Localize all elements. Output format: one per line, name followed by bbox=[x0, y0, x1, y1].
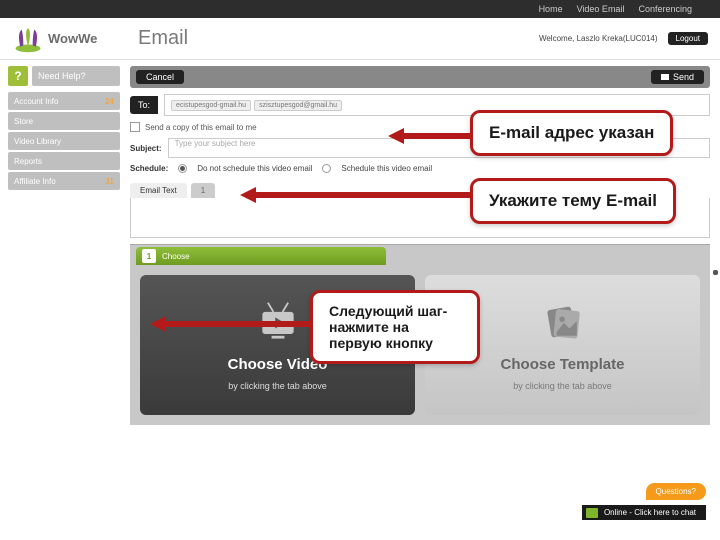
to-label: To: bbox=[130, 96, 158, 114]
sidebar-item-label: Reports bbox=[14, 157, 42, 166]
sidebar-item-label: Account Info bbox=[14, 97, 58, 106]
card-title: Choose Template bbox=[501, 356, 625, 373]
card-subtitle: by clicking the tab above bbox=[513, 381, 612, 391]
tab-email-text[interactable]: Email Text bbox=[130, 183, 187, 198]
top-nav: Home Video Email Conferencing bbox=[0, 0, 720, 18]
logo[interactable]: WowWe bbox=[12, 25, 132, 53]
sidebar-badge: 24 bbox=[105, 97, 114, 106]
sidebar-item-label: Video Library bbox=[14, 137, 61, 146]
need-help-button[interactable]: Need Help? bbox=[32, 66, 120, 86]
sidebar-item-reports[interactable]: Reports bbox=[8, 152, 120, 170]
step-header[interactable]: 1 Choose bbox=[136, 247, 386, 265]
callout-next-step: Следующий шаг- нажмите на первую кнопку bbox=[310, 290, 480, 364]
sidebar-item-store[interactable]: Store bbox=[8, 112, 120, 130]
header: WowWe Email Welcome, Laszlo Kreka(LUC014… bbox=[0, 18, 720, 60]
template-icon bbox=[540, 299, 586, 348]
action-bar: Cancel Send bbox=[130, 66, 710, 88]
sidebar-item-label: Affiliate Info bbox=[14, 177, 56, 186]
brand-text: WowWe bbox=[48, 31, 97, 46]
sidebar-item-video-library[interactable]: Video Library bbox=[8, 132, 120, 150]
tab-secondary[interactable]: 1 bbox=[191, 183, 215, 198]
tab-icon: 1 bbox=[201, 186, 205, 195]
send-button[interactable]: Send bbox=[651, 70, 704, 84]
welcome-text: Welcome, Laszlo Kreka(LUC014) bbox=[539, 34, 658, 43]
schedule-yes-label: Schedule this video email bbox=[341, 164, 432, 173]
send-copy-label: Send a copy of this email to me bbox=[145, 123, 257, 132]
tab-label: Email Text bbox=[140, 186, 177, 195]
nav-conferencing[interactable]: Conferencing bbox=[638, 4, 692, 14]
help-button[interactable]: ? bbox=[8, 66, 28, 86]
arrow-icon bbox=[240, 187, 470, 203]
step-number: 1 bbox=[142, 249, 156, 263]
questions-bubble[interactable]: Questions? bbox=[646, 483, 706, 500]
schedule-no-label: Do not schedule this video email bbox=[197, 164, 312, 173]
arrow-icon bbox=[150, 316, 310, 332]
sidebar-badge: 31 bbox=[105, 177, 114, 186]
subject-label: Subject: bbox=[130, 144, 162, 153]
send-label: Send bbox=[673, 72, 694, 82]
recipient-chip[interactable]: szisztupesgod@gmail.hu bbox=[254, 100, 342, 111]
wowwe-logo-icon bbox=[12, 25, 44, 53]
schedule-no-radio[interactable] bbox=[178, 164, 187, 173]
sidebar-item-affiliate-info[interactable]: Affiliate Info 31 bbox=[8, 172, 120, 190]
sidebar-item-account-info[interactable]: Account Info 24 bbox=[8, 92, 120, 110]
page-title: Email bbox=[138, 27, 539, 50]
callout-subject: Укажите тему E-mail bbox=[470, 178, 676, 224]
sidebar: ? Need Help? Account Info 24 Store Video… bbox=[0, 60, 120, 431]
callout-email-address: E-mail адрес указан bbox=[470, 110, 673, 156]
schedule-yes-radio[interactable] bbox=[322, 164, 331, 173]
cancel-button[interactable]: Cancel bbox=[136, 70, 184, 84]
recipient-chip[interactable]: ecistupesgod-gmail.hu bbox=[171, 100, 251, 111]
step-title: Choose bbox=[162, 252, 190, 261]
arrow-icon bbox=[388, 128, 470, 144]
nav-video-email[interactable]: Video Email bbox=[577, 4, 625, 14]
sidebar-item-label: Store bbox=[14, 117, 33, 126]
scrollbar-thumb[interactable] bbox=[713, 270, 718, 275]
card-subtitle: by clicking the tab above bbox=[228, 381, 327, 391]
chat-bar[interactable]: Online - Click here to chat bbox=[582, 505, 706, 520]
envelope-icon bbox=[661, 74, 669, 80]
logout-button[interactable]: Logout bbox=[668, 32, 708, 45]
send-copy-checkbox[interactable] bbox=[130, 122, 140, 132]
schedule-label: Schedule: bbox=[130, 164, 168, 173]
nav-home[interactable]: Home bbox=[539, 4, 563, 14]
